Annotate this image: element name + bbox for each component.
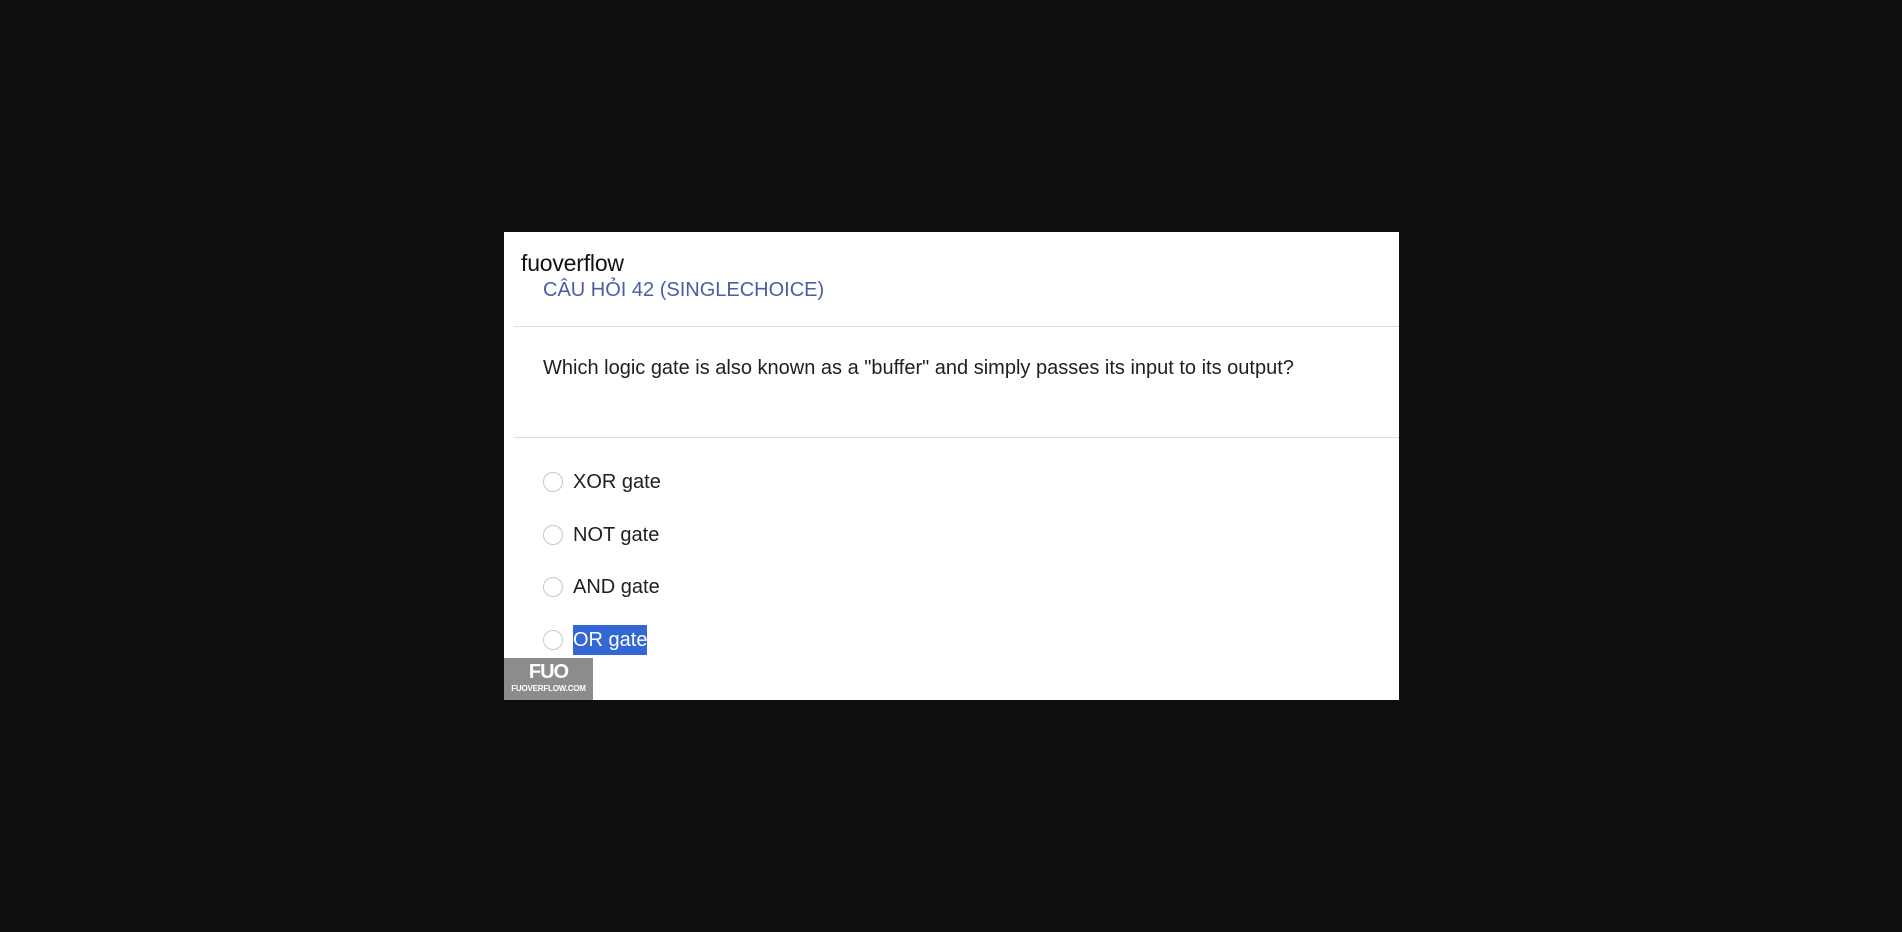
option-label-highlighted[interactable]: OR gate <box>573 624 648 655</box>
divider-bottom <box>514 437 1399 438</box>
option-or-gate[interactable]: OR gate <box>543 624 661 655</box>
fuoverflow-logo: FUO FUOVERFLOW.COM <box>504 658 593 700</box>
question-title: CÂU HỎI 42 (SINGLECHOICE) <box>543 279 825 301</box>
option-label[interactable]: AND gate <box>573 572 660 602</box>
divider-top <box>514 326 1399 327</box>
logo-mark: FUO <box>528 661 569 683</box>
radio-button[interactable] <box>543 472 563 492</box>
option-label[interactable]: NOT gate <box>573 520 659 550</box>
option-xor-gate[interactable]: XOR gate <box>543 467 661 497</box>
question-text: Which logic gate is also known as a "buf… <box>543 357 1294 379</box>
option-label[interactable]: XOR gate <box>573 467 661 497</box>
option-and-gate[interactable]: AND gate <box>543 572 661 602</box>
radio-button[interactable] <box>543 629 563 650</box>
logo-caption: FUOVERFLOW.COM <box>511 684 586 693</box>
brand-name: fuoverflow <box>521 250 624 276</box>
question-card: fuoverflow CÂU HỎI 42 (SINGLECHOICE) Whi… <box>504 232 1399 700</box>
answer-options: XOR gate NOT gate AND gate OR gate <box>543 467 661 677</box>
option-not-gate[interactable]: NOT gate <box>543 520 661 550</box>
radio-button[interactable] <box>543 577 563 597</box>
radio-button[interactable] <box>543 524 563 545</box>
